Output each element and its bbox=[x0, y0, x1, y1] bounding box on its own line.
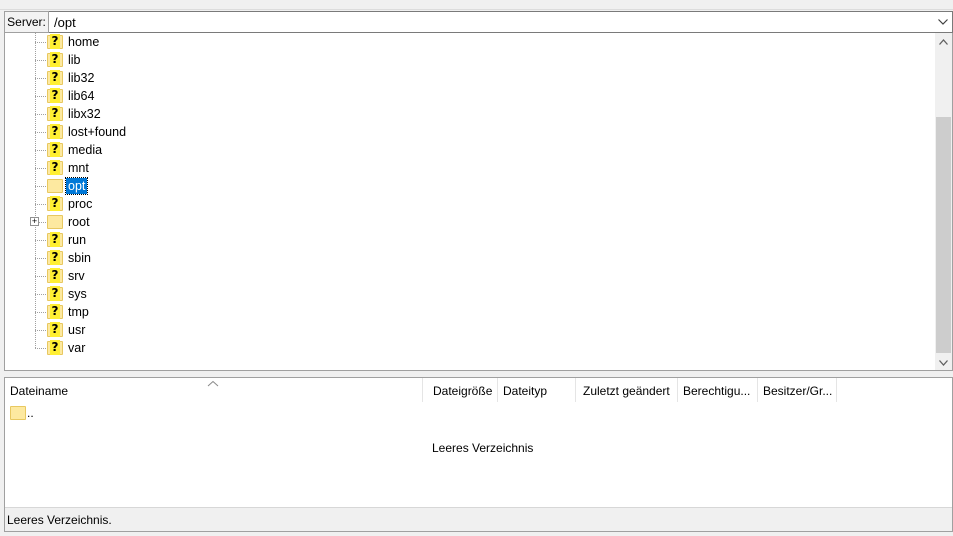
folder-icon bbox=[47, 214, 64, 230]
tree-item-lib[interactable]: ? lib bbox=[5, 51, 935, 69]
folder-unknown-icon: ? bbox=[47, 34, 64, 50]
folder-unknown-icon: ? bbox=[47, 52, 64, 68]
server-path-input[interactable]: /opt bbox=[49, 11, 953, 33]
tree-item-libx32[interactable]: ? libx32 bbox=[5, 105, 935, 123]
tree-item-label: usr bbox=[68, 323, 86, 337]
server-path-bar: Server: /opt bbox=[4, 11, 953, 33]
empty-directory-message: Leeres Verzeichnis bbox=[432, 441, 534, 455]
tree-connector-branch bbox=[35, 276, 46, 277]
folder-unknown-icon: ? bbox=[47, 160, 64, 176]
tree-item-label: mnt bbox=[68, 161, 89, 175]
tree-item-lib32[interactable]: ? lib32 bbox=[5, 69, 935, 87]
tree-item-label: home bbox=[68, 35, 100, 49]
server-path-value: /opt bbox=[54, 14, 76, 30]
file-list-header: Dateiname Dateigröße Dateityp Zuletzt ge… bbox=[5, 378, 952, 402]
tree-item-mnt[interactable]: ? mnt bbox=[5, 159, 935, 177]
tree-item-label: sbin bbox=[68, 251, 91, 265]
tree-item-label: sys bbox=[68, 287, 87, 301]
column-header-modified[interactable]: Zuletzt geändert bbox=[578, 378, 678, 402]
tree-item-label: lost+found bbox=[68, 125, 127, 139]
tree-item-lib64[interactable]: ? lib64 bbox=[5, 87, 935, 105]
folder-unknown-icon: ? bbox=[47, 250, 64, 266]
expand-icon[interactable]: + bbox=[30, 217, 39, 226]
tree-item-var[interactable]: ? var bbox=[5, 339, 935, 357]
folder-unknown-icon: ? bbox=[47, 88, 64, 104]
column-header-type[interactable]: Dateityp bbox=[498, 378, 576, 402]
tree-item-label: tmp bbox=[68, 305, 89, 319]
status-bar: Leeres Verzeichnis. bbox=[5, 507, 952, 531]
tree-item-proc[interactable]: ? proc bbox=[5, 195, 935, 213]
tree-connector-branch bbox=[35, 330, 46, 331]
tree-connector-branch bbox=[35, 132, 46, 133]
folder-unknown-icon: ? bbox=[47, 286, 64, 302]
tree-item-srv[interactable]: ? srv bbox=[5, 267, 935, 285]
tree-item-label: var bbox=[68, 341, 86, 355]
folder-unknown-icon: ? bbox=[47, 106, 64, 122]
folder-unknown-icon: ? bbox=[47, 196, 64, 212]
tree-connector-branch bbox=[35, 240, 46, 241]
tree-connector-branch bbox=[35, 186, 46, 187]
tree-item-label: libx32 bbox=[68, 107, 101, 121]
tree-item-label: srv bbox=[68, 269, 85, 283]
tree-item-sys[interactable]: ? sys bbox=[5, 285, 935, 303]
folder-unknown-icon: ? bbox=[47, 142, 64, 158]
tree-item-label: opt bbox=[64, 177, 89, 195]
tree-connector-branch bbox=[35, 258, 46, 259]
tree-connector-branch bbox=[35, 204, 46, 205]
folder-unknown-icon: ? bbox=[47, 232, 64, 248]
tree-item-label: lib64 bbox=[68, 89, 95, 103]
remote-directory-tree[interactable]: ? home? lib? lib32? lib64? libx32? lost+found?… bbox=[4, 33, 953, 371]
tree-item-usr[interactable]: ? usr bbox=[5, 321, 935, 339]
tree-item-lost-found[interactable]: ? lost+found bbox=[5, 123, 935, 141]
tree-item-label: run bbox=[68, 233, 87, 247]
tree-vertical-scrollbar[interactable] bbox=[935, 33, 952, 370]
tree-item-sbin[interactable]: ? sbin bbox=[5, 249, 935, 267]
tree-item-opt[interactable]: opt bbox=[5, 177, 935, 195]
column-header-permissions[interactable]: Berechtigu... bbox=[678, 378, 758, 402]
scroll-thumb[interactable] bbox=[936, 117, 951, 353]
folder-icon bbox=[47, 178, 64, 194]
column-header-name[interactable]: Dateiname bbox=[5, 378, 423, 402]
folder-unknown-icon: ? bbox=[47, 70, 64, 86]
bottom-strip bbox=[0, 532, 953, 536]
tree-item-media[interactable]: ? media bbox=[5, 141, 935, 159]
tree-connector-branch bbox=[35, 60, 46, 61]
folder-unknown-icon: ? bbox=[47, 124, 64, 140]
column-header-size[interactable]: Dateigröße bbox=[428, 378, 498, 402]
tree-item-label: proc bbox=[68, 197, 93, 211]
tree-connector-branch bbox=[35, 312, 46, 313]
tree-item-home[interactable]: ? home bbox=[5, 33, 935, 51]
top-strip bbox=[0, 0, 953, 10]
folder-unknown-icon: ? bbox=[47, 340, 64, 356]
tree-item-label: media bbox=[68, 143, 103, 157]
tree-connector-branch bbox=[35, 114, 46, 115]
tree-connector-branch bbox=[35, 294, 46, 295]
tree-connector-branch bbox=[35, 348, 46, 349]
tree-item-root[interactable]: + root bbox=[5, 213, 935, 231]
remote-file-list[interactable]: Dateiname Dateigröße Dateityp Zuletzt ge… bbox=[4, 377, 953, 532]
tree-item-label: lib bbox=[68, 53, 81, 67]
tree-connector-branch bbox=[35, 78, 46, 79]
table-row[interactable]: .. bbox=[5, 404, 945, 422]
tree-item-label: lib32 bbox=[68, 71, 95, 85]
scroll-down-icon[interactable] bbox=[935, 354, 952, 370]
scroll-up-icon[interactable] bbox=[935, 33, 952, 50]
folder-unknown-icon: ? bbox=[47, 268, 64, 284]
tree-connector-branch bbox=[35, 96, 46, 97]
folder-icon bbox=[10, 405, 27, 421]
tree-connector-branch bbox=[35, 168, 46, 169]
tree-connector-branch bbox=[35, 150, 46, 151]
folder-unknown-icon: ? bbox=[47, 304, 64, 320]
column-header-owner[interactable]: Besitzer/Gr... bbox=[758, 378, 837, 402]
file-name: .. bbox=[27, 406, 34, 420]
tree-item-run[interactable]: ? run bbox=[5, 231, 935, 249]
tree-item-tmp[interactable]: ? tmp bbox=[5, 303, 935, 321]
chevron-down-icon[interactable] bbox=[936, 15, 950, 29]
tree-connector-branch bbox=[35, 42, 46, 43]
folder-unknown-icon: ? bbox=[47, 322, 64, 338]
tree-item-label: root bbox=[68, 215, 90, 229]
server-label: Server: bbox=[4, 11, 49, 33]
